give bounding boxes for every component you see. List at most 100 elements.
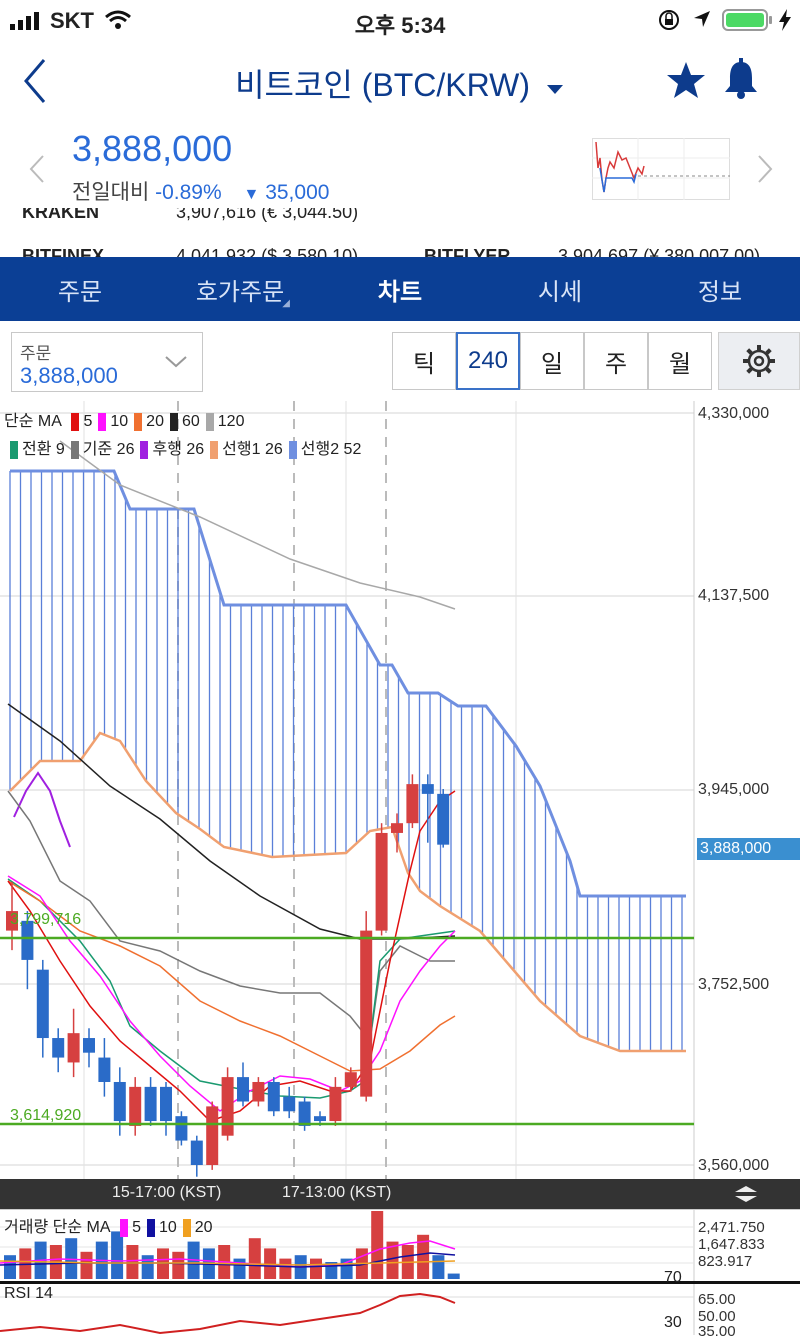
candle-body [175, 1116, 188, 1141]
ma120-line [59, 440, 456, 610]
header: 비트코인 (BTC/KRW) [0, 40, 800, 120]
price-axis-label: 3,945,000 [698, 781, 770, 798]
order-label: 주문 [20, 344, 52, 363]
ichimoku-legend: 전환 9 기준 26 후행 26 선행1 26 선행2 52 [4, 435, 361, 459]
period-day-button[interactable]: 일 [520, 332, 584, 390]
rsi-level-low: 30 [664, 1314, 682, 1331]
legend-label: 5 [132, 1219, 141, 1236]
rsi-legend: RSI 14 [4, 1285, 53, 1302]
legend-swatch [288, 440, 297, 459]
order-price-select[interactable]: 주문 3,888,000 [11, 332, 203, 392]
tab-quote-order[interactable]: 호가주문 ◢ [160, 257, 320, 321]
volume-bar [248, 1238, 261, 1279]
price-axis-label: 4,330,000 [698, 405, 770, 422]
legend-label: 5 [83, 413, 93, 430]
chart-settings-button[interactable] [718, 332, 800, 390]
tab-market[interactable]: 시세 [480, 257, 640, 321]
tab-info[interactable]: 정보 [640, 257, 800, 321]
change-label: 전일대비 [72, 181, 150, 204]
mini-chart[interactable] [592, 138, 730, 200]
current-price: 3,888,000 [72, 128, 233, 169]
period-week-button[interactable]: 주 [584, 332, 648, 390]
price-change: 전일대비 -0.89% ▼ 35,000 [72, 176, 329, 206]
candle-body [36, 969, 49, 1039]
volume-bar [4, 1255, 16, 1279]
volume-legend: 거래량 단순 MA 5 10 20 [4, 1213, 213, 1237]
order-value: 3,888,000 [20, 363, 118, 388]
tab-order[interactable]: 주문 [0, 257, 160, 321]
legend-swatch [71, 412, 80, 431]
legend-label: 20 [194, 1219, 213, 1236]
charging-icon [779, 9, 791, 31]
low-line-label: 3,614,920 [10, 1107, 82, 1124]
candle-body [160, 1086, 172, 1122]
location-icon [694, 11, 710, 27]
change-amount: 35,000 [265, 181, 330, 204]
volume-bar [371, 1211, 384, 1279]
candle-body [237, 1077, 249, 1102]
orientation-lock-icon [659, 10, 679, 30]
star-icon[interactable] [666, 60, 706, 100]
status-bar: SKT 오후 5:34 [0, 0, 800, 40]
tab-label: 호가주문 [195, 278, 285, 306]
period-tick-button[interactable]: 틱 [392, 332, 456, 390]
legend-label: 전환 9 [22, 441, 65, 458]
coin-title: 비트코인 (BTC/KRW) [235, 67, 531, 103]
leading-span-2-line [10, 469, 686, 898]
legend-swatch [182, 1218, 191, 1237]
candle-body [67, 1033, 80, 1063]
legend-swatch [120, 1218, 129, 1237]
volume-bar [233, 1258, 246, 1279]
time-axis[interactable]: 15-17:00 (KST) 17-13:00 (KST) [0, 1179, 800, 1209]
period-240-button[interactable]: 240 [456, 332, 520, 390]
period-month-button[interactable]: 월 [648, 332, 712, 390]
volume-bar [172, 1251, 185, 1279]
chevron-down-icon [165, 356, 187, 368]
current-price-tag: 3,888,000 [697, 838, 800, 860]
candle-body [129, 1086, 142, 1126]
next-arrow-icon[interactable] [756, 154, 774, 184]
legend-label: 20 [146, 413, 164, 430]
candle-body [391, 823, 403, 833]
candle-body [83, 1038, 95, 1053]
candle-body [267, 1081, 280, 1112]
legend-swatch [169, 412, 178, 431]
volume-bar [279, 1258, 292, 1279]
legend-swatch [210, 440, 219, 459]
volume-bar [80, 1251, 93, 1279]
legend-swatch [146, 1218, 155, 1237]
candle-body [406, 784, 419, 824]
chart-toolbar: 주문 3,888,000 틱 240 일 주 월 [0, 321, 800, 401]
expand-vertical-icon[interactable] [732, 1185, 760, 1203]
tab-bar: 주문 호가주문 ◢ 차트 시세 정보 [0, 257, 800, 321]
chevron-down-icon [546, 85, 563, 94]
legend-swatch [98, 412, 107, 431]
legend-label: 60 [181, 413, 200, 430]
volume-axis-label: 1,647.833 [698, 1236, 765, 1253]
price-panel: 3,888,000 전일대비 -0.89% ▼ 35,000 [0, 120, 800, 210]
volume-axis-label: 823.917 [698, 1253, 753, 1270]
bell-icon[interactable] [722, 58, 760, 100]
chart-area[interactable]: 단순 MA 5 10 20 60 120 전환 9 기준 26 후행 26 선행1 26 선행2… [0, 401, 800, 1340]
candle-body [314, 1116, 326, 1122]
legend-label: 10 [110, 413, 129, 430]
ma5-line [7, 790, 456, 1122]
price-axis-label: 3,752,500 [698, 976, 770, 993]
corner-indicator-icon: ◢ [282, 298, 290, 309]
candle-body [144, 1086, 157, 1122]
candle-body [252, 1081, 265, 1102]
candle-body [329, 1086, 342, 1122]
exchange-list: KRAKEN 3,907,616 (€ 3,044.50) BITFINEX 4… [0, 208, 800, 258]
volume-bar [432, 1255, 445, 1279]
prev-arrow-icon[interactable] [28, 154, 46, 184]
candle-body [437, 793, 450, 845]
candle-body [221, 1077, 234, 1136]
candle-body [344, 1072, 357, 1087]
price-axis-label: 3,560,000 [698, 1157, 770, 1174]
rsi-line [0, 1292, 456, 1335]
status-time: 오후 5:34 [354, 13, 446, 38]
tab-chart[interactable]: 차트 [320, 257, 480, 321]
legend-label: 10 [158, 1219, 177, 1236]
candle-body [113, 1081, 126, 1122]
gear-icon [743, 345, 775, 377]
